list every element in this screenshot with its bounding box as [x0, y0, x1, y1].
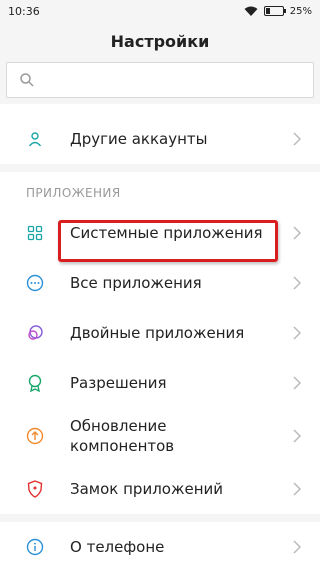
person-icon: [26, 130, 44, 148]
search-bar[interactable]: [6, 62, 314, 98]
chevron-right-icon: [293, 132, 302, 146]
section-gap: [0, 514, 320, 522]
more-dots-icon: [26, 274, 44, 292]
status-time: 10:36: [8, 4, 40, 18]
list-item-dual-apps[interactable]: Двойные приложения: [0, 308, 320, 358]
list-item-label: Разрешения: [70, 374, 167, 392]
dual-circles-icon: [26, 324, 44, 342]
clipped-row: [0, 104, 320, 114]
chevron-right-icon: [293, 429, 302, 443]
chevron-right-icon: [293, 540, 302, 554]
list-item-permissions[interactable]: Разрешения: [0, 358, 320, 408]
battery-percent: 25%: [289, 5, 312, 17]
list-item-label: О телефоне: [70, 538, 165, 556]
list-item-system-apps[interactable]: Системные приложения: [0, 208, 320, 258]
upload-icon: [26, 427, 44, 445]
chevron-right-icon: [293, 376, 302, 390]
badge-icon: [26, 374, 44, 392]
chevron-right-icon: [293, 482, 302, 496]
search-icon: [20, 73, 34, 87]
list-item-label: Системные приложения: [70, 224, 263, 242]
apps-card: ПРИЛОЖЕНИЯ Системные приложения Все прил…: [0, 172, 320, 514]
list-item-label: Двойные приложения: [70, 324, 245, 342]
list-item-app-lock[interactable]: Замок приложений: [0, 464, 320, 514]
chevron-right-icon: [293, 226, 302, 240]
info-icon: [26, 538, 44, 556]
list-item-component-updates[interactable]: Обновление компонентов: [0, 408, 320, 464]
page-title: Настройки: [110, 31, 210, 51]
search-input[interactable]: [43, 72, 303, 88]
list-item-label: Обновление компонентов: [70, 417, 175, 455]
section-title: ПРИЛОЖЕНИЯ: [26, 186, 121, 200]
about-card: О телефоне: [0, 522, 320, 572]
list-item-label: Замок приложений: [70, 480, 224, 498]
status-right: 25%: [244, 6, 312, 17]
shield-icon: [26, 480, 44, 498]
battery-icon: [263, 6, 286, 16]
list-item-other-accounts[interactable]: Другие аккаунты: [0, 114, 320, 164]
title-bar: Настройки: [0, 22, 320, 60]
section-gap: [0, 164, 320, 172]
list-item-about-phone[interactable]: О телефоне: [0, 522, 320, 572]
list-item-label: Все приложения: [70, 274, 202, 292]
grid-icon: [26, 224, 44, 242]
chevron-right-icon: [293, 326, 302, 340]
list-item-all-apps[interactable]: Все приложения: [0, 258, 320, 308]
list-item-label: Другие аккаунты: [70, 130, 208, 148]
status-bar: 10:36 25%: [0, 0, 320, 22]
chevron-right-icon: [293, 276, 302, 290]
wifi-icon: [244, 6, 258, 16]
accounts-card: Другие аккаунты: [0, 114, 320, 164]
settings-list: Другие аккаунты ПРИЛОЖЕНИЯ Системные при…: [0, 104, 320, 572]
